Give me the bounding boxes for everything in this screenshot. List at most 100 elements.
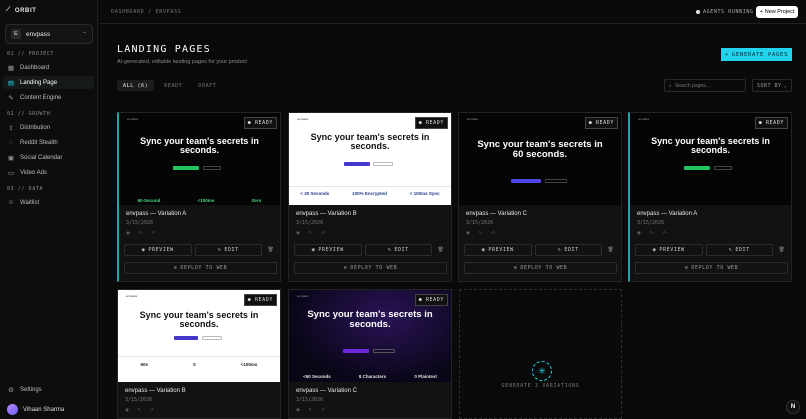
status-label: READY bbox=[254, 297, 273, 303]
trash-icon: 🗑 bbox=[607, 247, 615, 253]
stat: 0 bbox=[193, 362, 196, 367]
thumbnail-headline: Sync your team's secrets in seconds. bbox=[310, 132, 430, 152]
thumbnail-headline: Sync your team's secrets in seconds. bbox=[307, 309, 433, 330]
eye-icon: ◉ bbox=[141, 247, 146, 253]
thumbnail-brand: envpass bbox=[297, 294, 309, 298]
landing-page-card[interactable]: envpass Sync your team's secrets in 60 s… bbox=[458, 112, 622, 282]
page-thumbnail[interactable]: envpass Sync your team's secrets in seco… bbox=[118, 290, 280, 382]
card-actions: ◉ PREVIEW ✎ EDIT 🗑 bbox=[124, 244, 277, 256]
thumbnail-cta bbox=[684, 166, 710, 170]
globe-icon: ⊕ bbox=[173, 265, 178, 271]
sidebar-item-video-ads[interactable]: ▭ Video Ads bbox=[3, 166, 94, 179]
generate-pages-label: GENERATE PAGES bbox=[731, 51, 789, 58]
deploy-button[interactable]: ⊕ DEPLOY TO WEB bbox=[464, 262, 617, 274]
page-thumbnail[interactable]: envpass Sync your team's secrets in seco… bbox=[630, 113, 791, 205]
preview-button[interactable]: ◉ PREVIEW bbox=[464, 244, 532, 256]
pencil-icon: ✎ bbox=[557, 247, 562, 253]
sidebar-item-settings[interactable]: ⚙ Settings bbox=[3, 383, 94, 396]
stat: 60-Second bbox=[137, 198, 161, 203]
thumbnail-headline: Sync your team's secrets in seconds. bbox=[140, 136, 259, 156]
thumbnail-headline: Sync your team's secrets in seconds. bbox=[139, 310, 259, 330]
sidebar-item-content-engine[interactable]: ✎ Content Engine bbox=[3, 91, 94, 104]
card-date: 3/15/2026 bbox=[637, 220, 665, 226]
landing-page-card[interactable]: envpass Sync your team's secrets in seco… bbox=[628, 112, 792, 282]
video-icon: ▭ bbox=[7, 169, 15, 177]
delete-button[interactable]: 🗑 bbox=[265, 244, 277, 256]
sidebar-item-landing-page[interactable]: ▤ Landing Page bbox=[3, 76, 94, 89]
eye-icon: ◉· bbox=[125, 407, 131, 412]
preview-button[interactable]: ◉ PREVIEW bbox=[294, 244, 362, 256]
deploy-button[interactable]: ⊕ DEPLOY TO WEB bbox=[635, 262, 788, 274]
orbit-logo-icon: ⟋ bbox=[6, 7, 11, 13]
deploy-button[interactable]: ⊕ DEPLOY TO WEB bbox=[294, 262, 447, 274]
filter-tabs: ALL (6) READY DRAFT bbox=[117, 80, 222, 91]
thumbnail-brand: envpass bbox=[297, 117, 309, 121]
delete-button[interactable]: 🗑 bbox=[605, 244, 617, 256]
edit-button[interactable]: ✎ EDIT bbox=[364, 244, 432, 256]
sidebar-item-reddit-stealth[interactable]: ◌ Reddit Stealth bbox=[3, 136, 94, 149]
status-badge: ● READY bbox=[584, 117, 618, 129]
eye-icon: ◉· bbox=[637, 230, 643, 235]
cursor-icon: ↖· bbox=[138, 230, 144, 235]
section-label-growth: 02 // GROWTH bbox=[7, 111, 51, 117]
sidebar-item-distribution[interactable]: ⇪ Distribution bbox=[3, 121, 94, 134]
card-title: envpass — Variation B bbox=[125, 388, 186, 394]
chart-icon: ↗· bbox=[320, 407, 326, 412]
users-icon: ☺ bbox=[7, 199, 15, 206]
sort-dropdown[interactable]: SORT BY ⌄ bbox=[752, 79, 792, 92]
project-selector[interactable]: E envpass ⌃ bbox=[5, 24, 93, 44]
floating-action-button[interactable]: N bbox=[786, 400, 800, 414]
sidebar-item-waitlist[interactable]: ☺ Waitlist bbox=[3, 196, 94, 209]
new-project-button[interactable]: + New Project bbox=[756, 6, 798, 18]
deploy-label: DEPLOY TO WEB bbox=[691, 265, 739, 271]
card-title: envpass — Variation A bbox=[126, 211, 187, 217]
section-label-project: 01 // PROJECT bbox=[7, 51, 54, 57]
card-date: 3/15/2026 bbox=[125, 397, 153, 403]
user-menu[interactable]: Vihaan Sharma bbox=[7, 404, 64, 415]
cursor-icon: ↖· bbox=[308, 230, 314, 235]
tab-all[interactable]: ALL (6) bbox=[117, 80, 155, 91]
generate-variations-card[interactable]: ✳ GENERATE 3 VARIATIONS bbox=[459, 289, 622, 419]
landing-page-card[interactable]: envpass Sync your team's secrets in seco… bbox=[117, 112, 281, 282]
page-thumbnail[interactable]: envpass Sync your team's secrets in seco… bbox=[289, 290, 451, 382]
edit-button[interactable]: ✎ EDIT bbox=[534, 244, 602, 256]
deploy-button[interactable]: ⊕ DEPLOY TO WEB bbox=[124, 262, 277, 274]
edit-button[interactable]: ✎ EDIT bbox=[705, 244, 773, 256]
pencil-icon: ✎ bbox=[387, 247, 392, 253]
sidebar-item-social-calendar[interactable]: ▣ Social Calendar bbox=[3, 151, 94, 164]
sidebar-item-dashboard[interactable]: ▦ Dashboard bbox=[3, 61, 94, 74]
sidebar-item-label: Settings bbox=[20, 386, 42, 393]
generate-pages-button[interactable]: + GENERATE PAGES bbox=[721, 48, 792, 61]
thumbnail-brand: envpass bbox=[126, 294, 138, 298]
preview-label: PREVIEW bbox=[318, 247, 344, 253]
preview-button[interactable]: ◉ PREVIEW bbox=[635, 244, 703, 256]
pencil-icon: ✎ bbox=[217, 247, 222, 253]
deploy-label: DEPLOY TO WEB bbox=[180, 265, 228, 271]
share-icon: ⇪ bbox=[8, 124, 14, 132]
divider bbox=[99, 23, 806, 24]
delete-button[interactable]: 🗑 bbox=[776, 244, 788, 256]
card-metrics: ◉· ↖· ↗· bbox=[126, 230, 156, 236]
edit-button[interactable]: ✎ EDIT bbox=[194, 244, 262, 256]
tab-draft[interactable]: DRAFT bbox=[192, 80, 222, 91]
landing-page-card[interactable]: envpass Sync your team's secrets in seco… bbox=[117, 289, 281, 419]
landing-page-card[interactable]: envpass Sync your team's secrets in seco… bbox=[288, 112, 452, 282]
thumbnail-brand: envpass bbox=[127, 117, 139, 121]
chart-icon: ↗· bbox=[661, 230, 667, 235]
preview-button[interactable]: ◉ PREVIEW bbox=[124, 244, 192, 256]
search-input[interactable]: ⌕ Search pages... bbox=[664, 79, 746, 92]
tab-ready[interactable]: READY bbox=[158, 80, 188, 91]
page-thumbnail[interactable]: envpass Sync your team's secrets in 60 s… bbox=[459, 113, 621, 205]
eye-icon: ◉· bbox=[296, 407, 302, 412]
app-logo[interactable]: ⟋ ORBIT bbox=[6, 7, 36, 14]
delete-button[interactable]: 🗑 bbox=[435, 244, 447, 256]
stat: <100ms bbox=[197, 198, 215, 203]
project-badge: E bbox=[11, 29, 21, 39]
trash-icon: 🗑 bbox=[267, 247, 275, 253]
cursor-icon: ↖· bbox=[649, 230, 655, 235]
page-thumbnail[interactable]: envpass Sync your team's secrets in seco… bbox=[119, 113, 280, 205]
landing-page-card[interactable]: envpass Sync your team's secrets in seco… bbox=[288, 289, 452, 419]
cursor-icon: ↖· bbox=[478, 230, 484, 235]
page-thumbnail[interactable]: envpass Sync your team's secrets in seco… bbox=[289, 113, 451, 205]
n-logo-icon: N bbox=[790, 404, 796, 410]
